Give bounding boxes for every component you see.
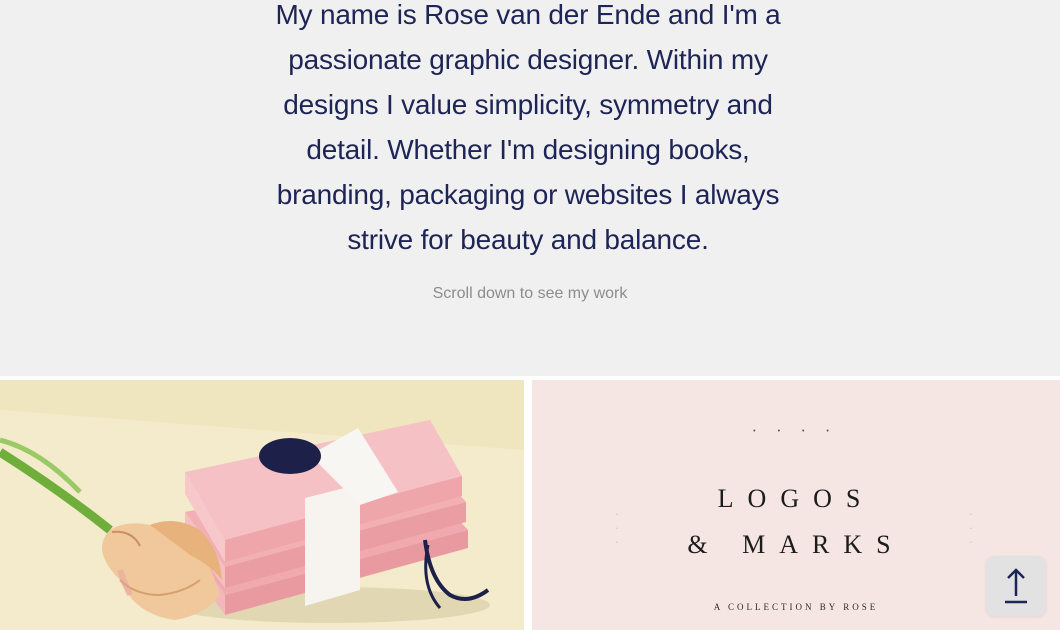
back-to-top-button[interactable] (986, 556, 1046, 616)
arrow-up-icon (1005, 568, 1027, 604)
portfolio-gallery: • • • • · · · · · · LOGOS & MARKS A COLLECTI… (0, 376, 1060, 630)
logos-decor-dots: • • • • (753, 428, 839, 435)
project-tile-books[interactable] (0, 380, 524, 630)
books-photo (0, 380, 524, 630)
scroll-hint: Scroll down to see my work (432, 285, 628, 302)
logos-title-line1: LOGOS (717, 484, 875, 513)
project-tile-logos[interactable]: • • • • · · · · · · LOGOS & MARKS A COLLECTI… (532, 380, 1060, 630)
intro-text: My name is Rose van der Ende and I'm a p… (275, 0, 781, 255)
logos-title-line2: & MARKS (687, 530, 905, 559)
logos-subtitle: A COLLECTION BY ROSE (713, 602, 879, 612)
intro-section: My name is Rose van der Ende and I'm a p… (0, 0, 1060, 376)
